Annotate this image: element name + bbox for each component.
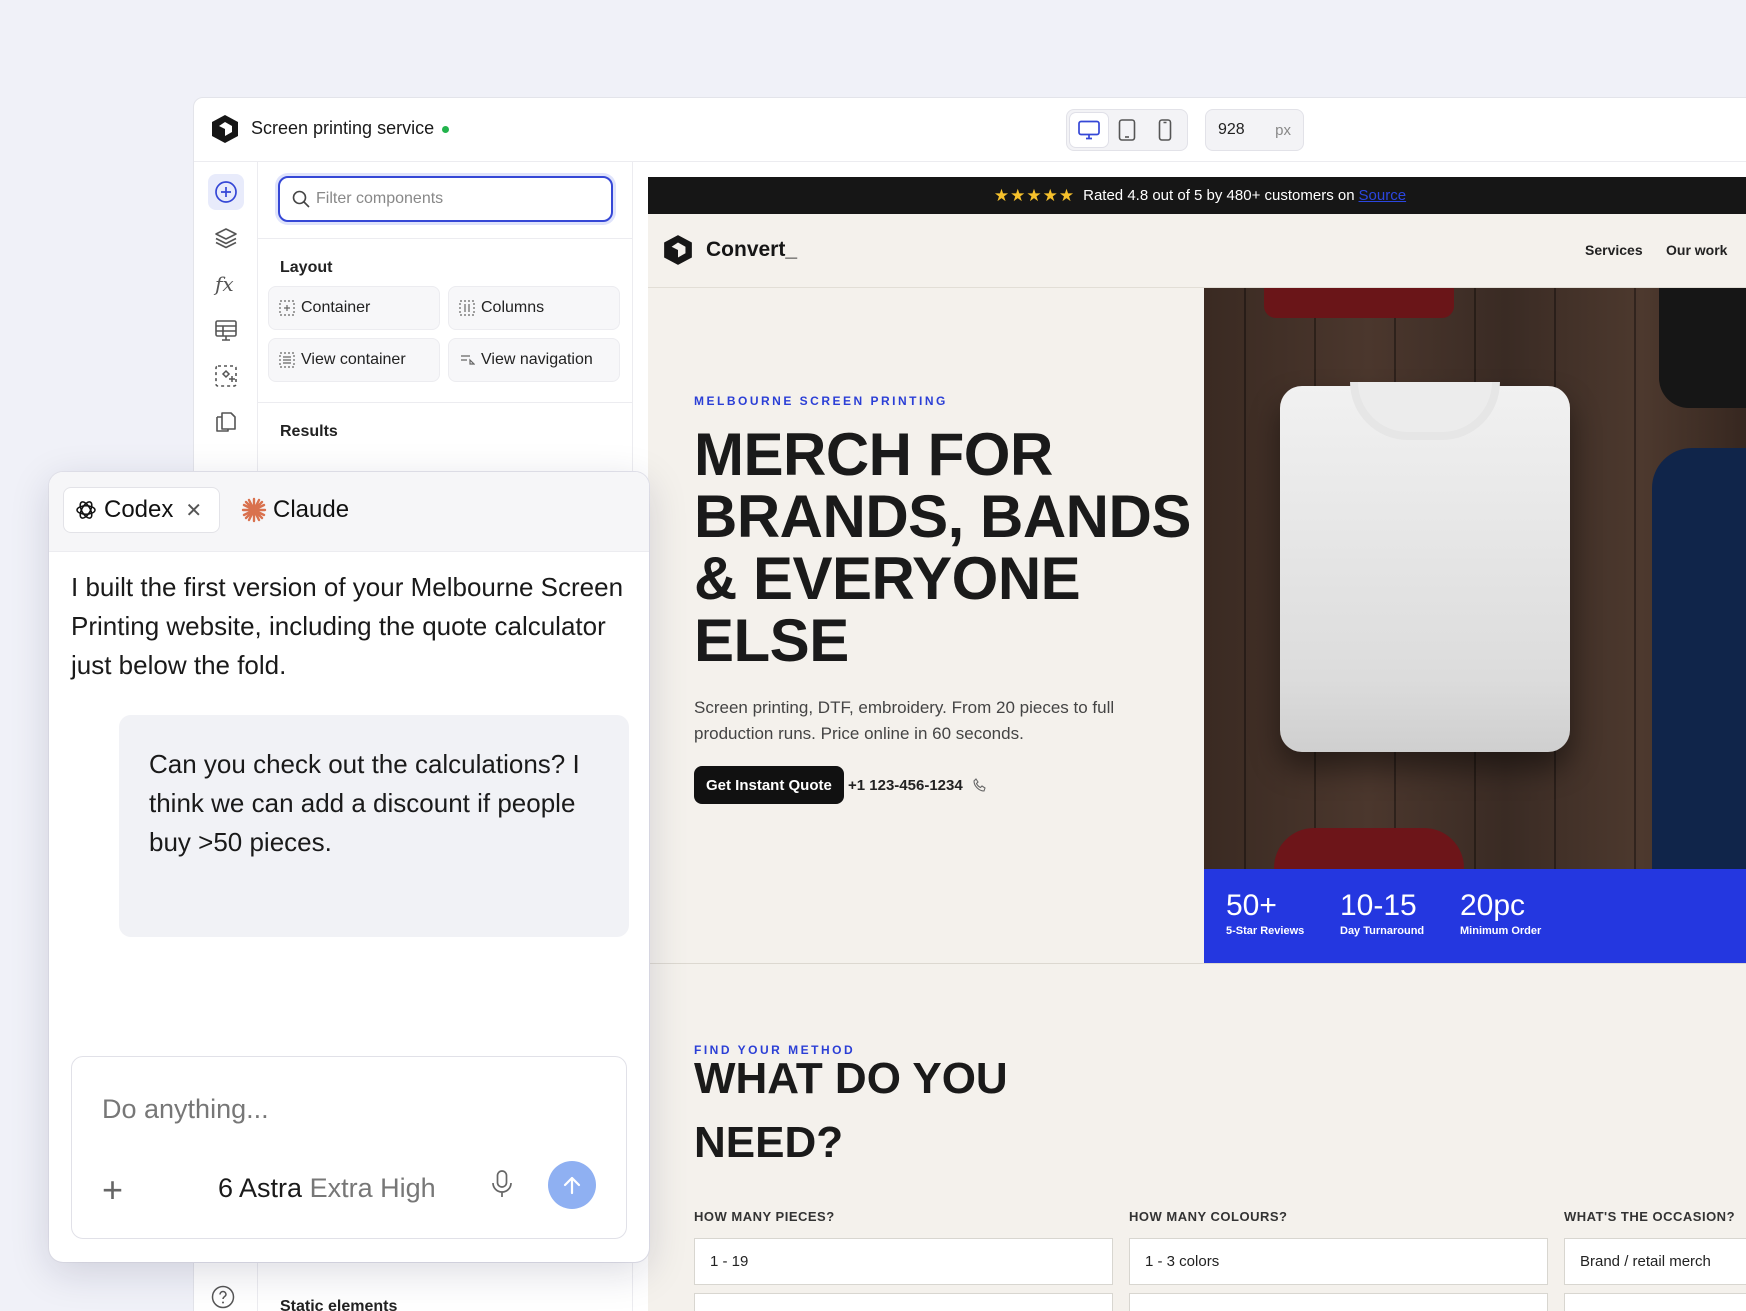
colours-label: HOW MANY COLOURS? bbox=[1129, 1209, 1288, 1224]
layers-icon bbox=[215, 228, 237, 249]
attach-plus-icon[interactable]: + bbox=[102, 1172, 123, 1208]
quote-field[interactable] bbox=[1564, 1293, 1746, 1311]
agent-message: I built the first version of your Melbou… bbox=[71, 572, 624, 680]
close-icon[interactable]: ✕ bbox=[185, 498, 202, 523]
results-section-title: Results bbox=[280, 423, 338, 440]
view-navigation-component[interactable]: View navigation bbox=[448, 338, 620, 382]
view-container-icon bbox=[279, 352, 295, 368]
shirt-collar bbox=[1350, 382, 1500, 440]
container-component[interactable]: Container bbox=[268, 286, 440, 330]
model-selector[interactable]: 6 Astra Extra High bbox=[218, 1173, 436, 1204]
functions-button[interactable]: fx bbox=[208, 266, 244, 302]
colours-select[interactable]: 1 - 3 colors bbox=[1129, 1238, 1548, 1285]
component-select-icon bbox=[215, 365, 237, 387]
filter-components-field[interactable] bbox=[278, 176, 613, 222]
hero-image bbox=[1204, 288, 1746, 869]
red-shirt-graphic bbox=[1274, 828, 1464, 869]
quote-field[interactable] bbox=[694, 1293, 1113, 1311]
white-shirt-graphic bbox=[1280, 382, 1570, 752]
wood-grain bbox=[1244, 288, 1246, 869]
hero-eyebrow: MELBOURNE SCREEN PRINTING bbox=[694, 394, 948, 408]
tablet-icon bbox=[1118, 119, 1136, 141]
occasion-select[interactable]: Brand / retail merch bbox=[1564, 1238, 1746, 1285]
stats-bar: 50+ 5-Star Reviews 10-15 Day Turnaround … bbox=[1204, 869, 1746, 963]
site-preview: ★★★★★ Rated 4.8 out of 5 by 480+ custome… bbox=[648, 177, 1746, 1311]
black-shirt-graphic bbox=[1659, 288, 1746, 408]
divider bbox=[258, 238, 632, 239]
occasion-label: WHAT'S THE OCCASION? bbox=[1564, 1209, 1736, 1224]
view-navigation-icon bbox=[459, 352, 475, 368]
send-button[interactable] bbox=[548, 1161, 596, 1209]
add-button[interactable] bbox=[208, 174, 244, 210]
viewport-width-input[interactable]: 928 px bbox=[1205, 109, 1304, 151]
hero-subtitle: Screen printing, DTF, embroidery. From 2… bbox=[694, 698, 1115, 743]
hero-section: MELBOURNE SCREEN PRINTING MERCH FOR BRAN… bbox=[648, 288, 1204, 963]
wood-grain bbox=[1634, 288, 1636, 869]
data-table-button[interactable] bbox=[208, 312, 244, 348]
static-elements-title: Static elements bbox=[280, 1298, 398, 1311]
claude-icon bbox=[241, 497, 267, 523]
rating-text: Rated 4.8 out of 5 by 480+ customers on bbox=[1083, 187, 1355, 204]
desktop-view-button[interactable] bbox=[1070, 113, 1108, 147]
message-composer: + 6 Astra Extra High bbox=[71, 1056, 627, 1239]
rating-banner: ★★★★★ Rated 4.8 out of 5 by 480+ custome… bbox=[648, 177, 1746, 214]
monitor-icon bbox=[1078, 120, 1100, 140]
view-container-component[interactable]: View container bbox=[268, 338, 440, 382]
nav-link-our-work[interactable]: Our work bbox=[1666, 242, 1727, 258]
tab-codex[interactable]: Codex ✕ bbox=[63, 487, 220, 533]
agent-tabs: Codex ✕ Claude bbox=[49, 472, 649, 552]
phone-link[interactable]: +1 123-456-1234 bbox=[848, 777, 987, 794]
microphone-icon[interactable] bbox=[490, 1169, 514, 1199]
help-icon[interactable] bbox=[211, 1285, 235, 1309]
layers-button[interactable] bbox=[208, 220, 244, 256]
agent-chat-panel: Codex ✕ Claude I built the first version… bbox=[49, 472, 649, 1262]
rating-source-link[interactable]: Source bbox=[1359, 187, 1407, 204]
pieces-label: HOW MANY PIECES? bbox=[694, 1209, 835, 1224]
get-instant-quote-button[interactable]: Get Instant Quote bbox=[694, 766, 844, 804]
stat-reviews: 50+ 5-Star Reviews bbox=[1226, 889, 1305, 937]
function-icon: fx bbox=[213, 272, 234, 296]
project-logo-icon bbox=[212, 115, 238, 143]
pieces-select[interactable]: 1 - 19 bbox=[694, 1238, 1113, 1285]
pages-button[interactable] bbox=[208, 404, 244, 440]
project-title[interactable]: Screen printing service bbox=[251, 118, 450, 139]
brand-name[interactable]: Convert_ bbox=[706, 238, 797, 262]
pages-icon bbox=[216, 412, 236, 432]
navy-shirt-graphic bbox=[1652, 448, 1746, 869]
rating-stars: ★★★★★ bbox=[993, 185, 1076, 205]
table-icon bbox=[215, 320, 237, 341]
search-icon bbox=[292, 190, 310, 208]
columns-component[interactable]: Columns bbox=[448, 286, 620, 330]
site-navigation: Convert_ Services Our work bbox=[648, 214, 1746, 288]
layout-section-title: Layout bbox=[280, 259, 333, 276]
arrow-up-icon bbox=[563, 1176, 581, 1195]
hero-headline: MERCH FOR BRANDS, BANDS & EVERYONE ELSE bbox=[694, 421, 1191, 674]
quote-field[interactable] bbox=[1129, 1293, 1548, 1311]
method-heading: WHAT DO YOU NEED? bbox=[694, 1054, 1008, 1167]
add-icon bbox=[215, 181, 237, 203]
columns-icon bbox=[459, 300, 475, 316]
message-input[interactable] bbox=[102, 1089, 582, 1129]
tab-claude[interactable]: Claude bbox=[241, 487, 349, 533]
filter-components-input[interactable] bbox=[316, 186, 596, 212]
openai-icon bbox=[76, 501, 96, 519]
brand-logo-icon bbox=[664, 235, 692, 265]
device-switcher bbox=[1066, 109, 1188, 151]
nav-link-services[interactable]: Services bbox=[1585, 242, 1643, 258]
top-bar: Screen printing service 928 px bbox=[194, 98, 1746, 162]
phone-call-icon bbox=[973, 778, 986, 792]
tablet-view-button[interactable] bbox=[1108, 113, 1146, 147]
phone-icon bbox=[1158, 119, 1172, 141]
stat-minimum-order: 20pc Minimum Order bbox=[1460, 889, 1542, 937]
component-select-button[interactable] bbox=[208, 358, 244, 394]
mobile-view-button[interactable] bbox=[1146, 113, 1184, 147]
divider bbox=[258, 402, 632, 403]
svg-text:fx: fx bbox=[213, 272, 234, 296]
red-shirt-graphic bbox=[1264, 288, 1454, 318]
user-message: Can you check out the calculations? I th… bbox=[119, 715, 629, 937]
status-dot bbox=[442, 125, 450, 133]
section-divider bbox=[648, 963, 1746, 964]
container-icon bbox=[279, 300, 295, 316]
stat-turnaround: 10-15 Day Turnaround bbox=[1340, 889, 1425, 937]
